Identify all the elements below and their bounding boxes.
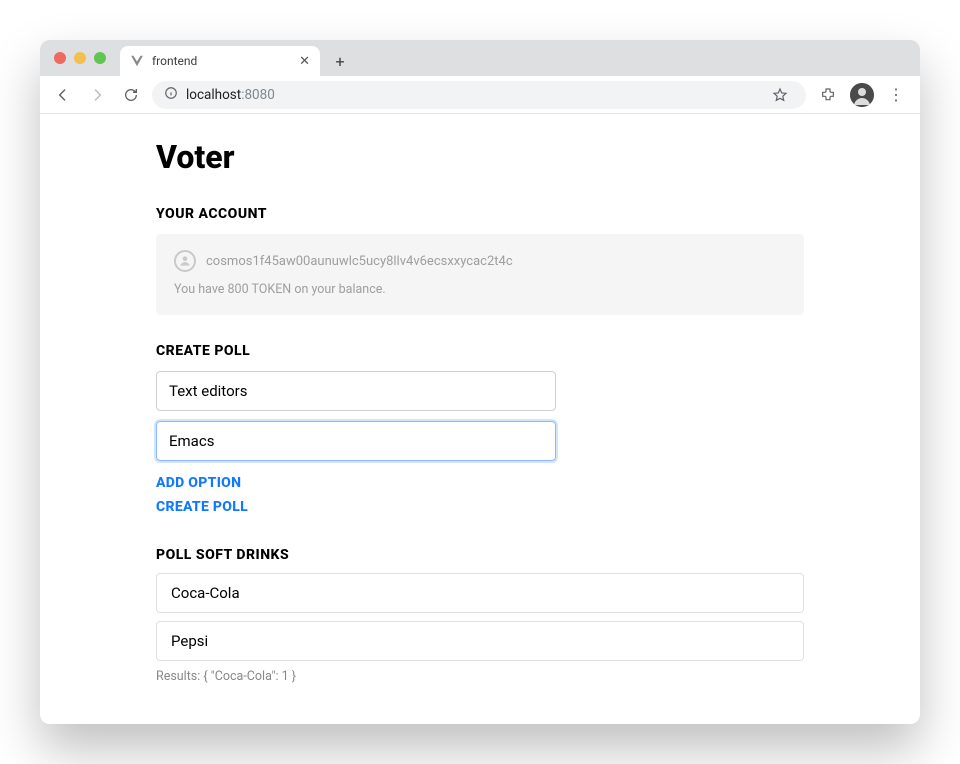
poll-section: POLL SOFT DRINKS Coca-Cola Pepsi Results:… [156,547,804,684]
new-tab-button[interactable]: + [326,47,354,75]
site-info-icon[interactable] [164,86,178,104]
add-option-button[interactable]: ADD OPTION [156,471,241,495]
browser-window: frontend ✕ + localhost:8080 [40,40,920,724]
forward-button[interactable] [84,82,110,108]
poll-heading-prefix: POLL [156,547,196,563]
bookmark-star-icon[interactable] [766,81,794,109]
close-tab-icon[interactable]: ✕ [299,54,310,69]
minimize-window-button[interactable] [74,52,86,64]
profile-avatar[interactable] [850,83,874,107]
page-content: Voter YOUR ACCOUNT cosmos1f45aw00aunuwlc… [156,138,804,684]
browser-menu-icon[interactable]: ⋮ [882,81,910,109]
account-box: cosmos1f45aw00aunuwlc5ucy8llv4v6ecsxxyca… [156,234,804,315]
vue-favicon-icon [130,54,144,68]
app-title: Voter [156,138,804,176]
back-button[interactable] [50,82,76,108]
poll-option[interactable]: Coca-Cola [156,573,804,613]
reload-button[interactable] [118,82,144,108]
create-poll-button[interactable]: CREATE POLL [156,495,248,519]
titlebar: frontend ✕ + [40,40,920,76]
close-window-button[interactable] [54,52,66,64]
poll-title-input[interactable] [156,371,556,411]
account-address-row: cosmos1f45aw00aunuwlc5ucy8llv4v6ecsxxyca… [174,250,786,272]
viewport: Voter YOUR ACCOUNT cosmos1f45aw00aunuwlc… [40,114,920,724]
poll-option[interactable]: Pepsi [156,621,804,661]
tabs-region: frontend ✕ + [120,40,354,76]
account-address: cosmos1f45aw00aunuwlc5ucy8llv4v6ecsxxyca… [206,254,513,269]
balance-suffix: on your balance. [291,282,385,297]
window-controls [54,52,106,64]
account-heading: YOUR ACCOUNT [156,206,804,222]
poll-option-input[interactable] [156,421,556,461]
poll-results: Results: { "Coca-Cola": 1 } [156,669,804,684]
balance-token: TOKEN [249,282,292,297]
create-poll-heading: CREATE POLL [156,343,804,359]
poll-heading: POLL SOFT DRINKS [156,547,804,563]
tab-title: frontend [152,54,291,68]
balance-amount: 800 [228,282,249,297]
account-balance: You have 800 TOKEN on your balance. [174,282,786,297]
address-actions [766,81,794,109]
poll-options-list: Coca-Cola Pepsi [156,573,804,661]
zoom-window-button[interactable] [94,52,106,64]
balance-prefix: You have [174,282,228,297]
browser-toolbar: localhost:8080 ⋮ [40,76,920,114]
address-bar[interactable]: localhost:8080 [152,81,806,109]
address-host: localhost:8080 [186,87,275,103]
extensions-icon[interactable] [814,81,842,109]
poll-heading-name: SOFT DRINKS [196,547,289,563]
account-avatar-icon [174,250,196,272]
browser-tab[interactable]: frontend ✕ [120,46,320,76]
